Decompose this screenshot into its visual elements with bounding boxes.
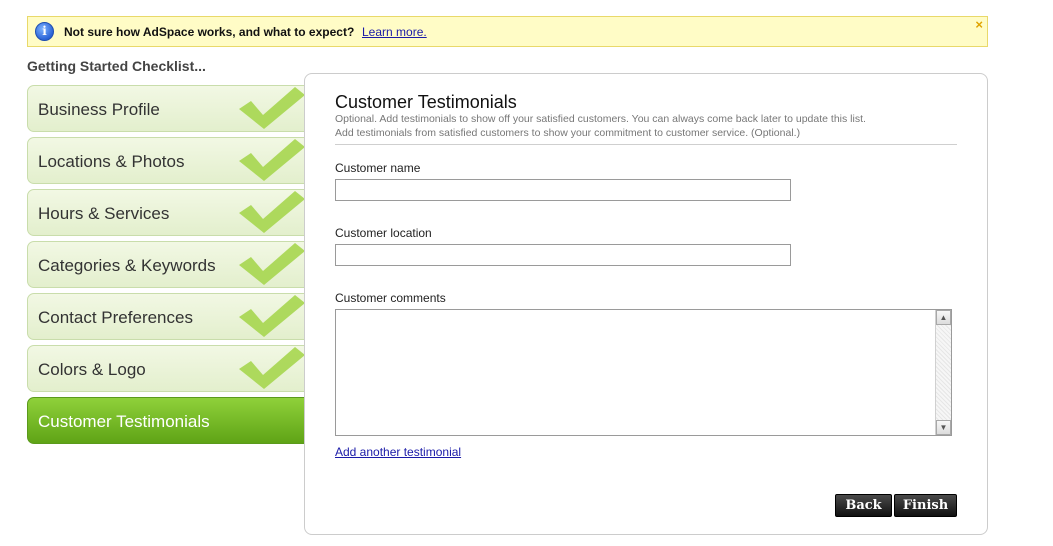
step-locations-photos[interactable]: Locations & Photos: [27, 137, 305, 184]
divider: [335, 144, 957, 145]
checkmark-icon: [239, 87, 305, 129]
step-colors-logo[interactable]: Colors & Logo: [27, 345, 305, 392]
testimonials-panel: Customer Testimonials Optional. Add test…: [304, 73, 988, 535]
info-banner: i Not sure how AdSpace works, and what t…: [27, 16, 988, 47]
checkmark-icon: [239, 347, 305, 389]
checklist-title: Getting Started Checklist...: [27, 58, 206, 74]
step-label: Hours & Services: [38, 204, 170, 223]
step-label: Contact Preferences: [38, 308, 193, 327]
scroll-down-icon[interactable]: ▼: [936, 420, 951, 435]
checkmark-icon: [239, 139, 305, 181]
customer-comments-textarea[interactable]: ▲ ▼: [335, 309, 952, 436]
customer-name-label: Customer name: [335, 161, 421, 175]
step-label: Categories & Keywords: [38, 256, 216, 275]
add-another-testimonial-link[interactable]: Add another testimonial: [335, 445, 461, 459]
back-button[interactable]: Back: [835, 494, 892, 517]
step-hours-services[interactable]: Hours & Services: [27, 189, 305, 236]
step-label: Business Profile: [38, 100, 160, 119]
checkmark-icon: [239, 295, 305, 337]
customer-location-input[interactable]: [335, 244, 791, 266]
finish-button[interactable]: Finish: [894, 494, 957, 517]
textarea-scrollbar[interactable]: ▲ ▼: [935, 310, 951, 435]
step-label: Locations & Photos: [38, 152, 185, 171]
step-categories-keywords[interactable]: Categories & Keywords: [27, 241, 305, 288]
banner-message: Not sure how AdSpace works, and what to …: [64, 25, 355, 39]
customer-comments-label: Customer comments: [335, 291, 446, 305]
step-business-profile[interactable]: Business Profile: [27, 85, 305, 132]
close-icon[interactable]: ×: [975, 17, 983, 32]
learn-more-link[interactable]: Learn more.: [362, 25, 427, 39]
checkmark-icon: [239, 243, 305, 285]
step-label: Colors & Logo: [38, 360, 146, 379]
checkmark-icon: [239, 191, 305, 233]
page-title: Customer Testimonials: [335, 92, 517, 112]
customer-name-input[interactable]: [335, 179, 791, 201]
step-contact-preferences[interactable]: Contact Preferences: [27, 293, 305, 340]
step-customer-testimonials[interactable]: Customer Testimonials: [27, 397, 319, 444]
scroll-up-icon[interactable]: ▲: [936, 310, 951, 325]
description-line: Add testimonials from satisfied customer…: [335, 127, 801, 139]
info-icon: i: [35, 22, 54, 41]
description-line: Optional. Add testimonials to show off y…: [335, 113, 866, 125]
step-label: Customer Testimonials: [38, 412, 210, 431]
customer-location-label: Customer location: [335, 226, 432, 240]
